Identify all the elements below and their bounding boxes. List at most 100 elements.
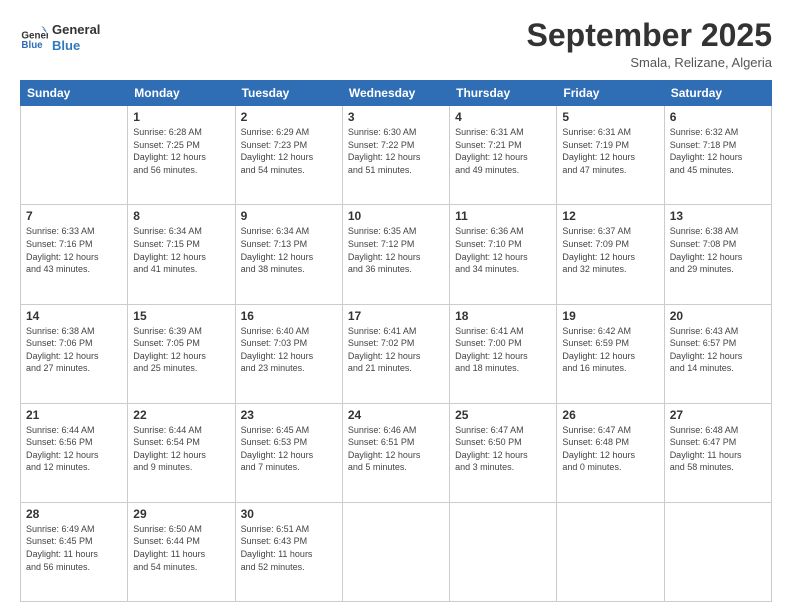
calendar-cell: 28 Sunrise: 6:49 AM Sunset: 6:45 PM Dayli… (21, 502, 128, 601)
day-info: Sunrise: 6:47 AM Sunset: 6:48 PM Dayligh… (562, 424, 658, 474)
day-info: Sunrise: 6:34 AM Sunset: 7:15 PM Dayligh… (133, 225, 229, 275)
day-number: 30 (241, 507, 337, 521)
calendar-cell: 20 Sunrise: 6:43 AM Sunset: 6:57 PM Dayli… (664, 304, 771, 403)
day-number: 29 (133, 507, 229, 521)
day-number: 24 (348, 408, 444, 422)
day-info: Sunrise: 6:44 AM Sunset: 6:54 PM Dayligh… (133, 424, 229, 474)
calendar-cell: 19 Sunrise: 6:42 AM Sunset: 6:59 PM Dayli… (557, 304, 664, 403)
day-number: 25 (455, 408, 551, 422)
calendar-week-4: 28 Sunrise: 6:49 AM Sunset: 6:45 PM Dayli… (21, 502, 772, 601)
day-info: Sunrise: 6:48 AM Sunset: 6:47 PM Dayligh… (670, 424, 766, 474)
day-number: 23 (241, 408, 337, 422)
calendar-week-3: 21 Sunrise: 6:44 AM Sunset: 6:56 PM Dayli… (21, 403, 772, 502)
calendar-cell: 22Sunrise: 6:44 AM Sunset: 6:54 PM Dayli… (128, 403, 235, 502)
day-header-saturday: Saturday (664, 81, 771, 106)
day-number: 20 (670, 309, 766, 323)
day-number: 12 (562, 209, 658, 223)
day-number: 6 (670, 110, 766, 124)
day-info: Sunrise: 6:36 AM Sunset: 7:10 PM Dayligh… (455, 225, 551, 275)
day-info: Sunrise: 6:37 AM Sunset: 7:09 PM Dayligh… (562, 225, 658, 275)
calendar-cell (342, 502, 449, 601)
day-number: 3 (348, 110, 444, 124)
title-area: September 2025 Smala, Relizane, Algeria (527, 18, 772, 70)
day-info: Sunrise: 6:44 AM Sunset: 6:56 PM Dayligh… (26, 424, 122, 474)
day-number: 11 (455, 209, 551, 223)
day-info: Sunrise: 6:51 AM Sunset: 6:43 PM Dayligh… (241, 523, 337, 573)
calendar-cell: 18Sunrise: 6:41 AM Sunset: 7:00 PM Dayli… (450, 304, 557, 403)
svg-text:General: General (52, 22, 100, 37)
calendar-cell: 24 Sunrise: 6:46 AM Sunset: 6:51 PM Dayli… (342, 403, 449, 502)
calendar-cell: 4 Sunrise: 6:31 AM Sunset: 7:21 PM Daylig… (450, 106, 557, 205)
svg-text:Blue: Blue (52, 38, 80, 53)
day-info: Sunrise: 6:38 AM Sunset: 7:06 PM Dayligh… (26, 325, 122, 375)
calendar-cell (557, 502, 664, 601)
day-number: 4 (455, 110, 551, 124)
day-number: 1 (133, 110, 229, 124)
calendar-week-0: 1 Sunrise: 6:28 AM Sunset: 7:25 PM Daylig… (21, 106, 772, 205)
day-info: Sunrise: 6:38 AM Sunset: 7:08 PM Dayligh… (670, 225, 766, 275)
calendar-week-2: 14 Sunrise: 6:38 AM Sunset: 7:06 PM Dayli… (21, 304, 772, 403)
day-info: Sunrise: 6:40 AM Sunset: 7:03 PM Dayligh… (241, 325, 337, 375)
day-number: 9 (241, 209, 337, 223)
day-header-tuesday: Tuesday (235, 81, 342, 106)
day-number: 15 (133, 309, 229, 323)
calendar-cell: 7Sunrise: 6:33 AM Sunset: 7:16 PM Daylig… (21, 205, 128, 304)
calendar-cell: 29 Sunrise: 6:50 AM Sunset: 6:44 PM Dayli… (128, 502, 235, 601)
day-number: 21 (26, 408, 122, 422)
month-title: September 2025 (527, 18, 772, 53)
calendar-cell: 5Sunrise: 6:31 AM Sunset: 7:19 PM Daylig… (557, 106, 664, 205)
calendar-cell: 2Sunrise: 6:29 AM Sunset: 7:23 PM Daylig… (235, 106, 342, 205)
calendar-header-row: SundayMondayTuesdayWednesdayThursdayFrid… (21, 81, 772, 106)
calendar-cell: 8 Sunrise: 6:34 AM Sunset: 7:15 PM Daylig… (128, 205, 235, 304)
day-number: 8 (133, 209, 229, 223)
location-subtitle: Smala, Relizane, Algeria (527, 55, 772, 70)
day-header-thursday: Thursday (450, 81, 557, 106)
calendar-cell: 3 Sunrise: 6:30 AM Sunset: 7:22 PM Daylig… (342, 106, 449, 205)
calendar-cell: 25 Sunrise: 6:47 AM Sunset: 6:50 PM Dayli… (450, 403, 557, 502)
day-number: 28 (26, 507, 122, 521)
day-number: 17 (348, 309, 444, 323)
day-info: Sunrise: 6:47 AM Sunset: 6:50 PM Dayligh… (455, 424, 551, 474)
day-info: Sunrise: 6:33 AM Sunset: 7:16 PM Dayligh… (26, 225, 122, 275)
day-number: 10 (348, 209, 444, 223)
day-info: Sunrise: 6:39 AM Sunset: 7:05 PM Dayligh… (133, 325, 229, 375)
day-info: Sunrise: 6:49 AM Sunset: 6:45 PM Dayligh… (26, 523, 122, 573)
calendar-cell: 15 Sunrise: 6:39 AM Sunset: 7:05 PM Dayli… (128, 304, 235, 403)
calendar-cell: 23 Sunrise: 6:45 AM Sunset: 6:53 PM Dayli… (235, 403, 342, 502)
day-info: Sunrise: 6:32 AM Sunset: 7:18 PM Dayligh… (670, 126, 766, 176)
day-info: Sunrise: 6:45 AM Sunset: 6:53 PM Dayligh… (241, 424, 337, 474)
day-info: Sunrise: 6:31 AM Sunset: 7:19 PM Dayligh… (562, 126, 658, 176)
day-info: Sunrise: 6:46 AM Sunset: 6:51 PM Dayligh… (348, 424, 444, 474)
day-number: 26 (562, 408, 658, 422)
day-header-monday: Monday (128, 81, 235, 106)
day-info: Sunrise: 6:50 AM Sunset: 6:44 PM Dayligh… (133, 523, 229, 573)
day-info: Sunrise: 6:42 AM Sunset: 6:59 PM Dayligh… (562, 325, 658, 375)
day-header-friday: Friday (557, 81, 664, 106)
day-number: 27 (670, 408, 766, 422)
day-info: Sunrise: 6:34 AM Sunset: 7:13 PM Dayligh… (241, 225, 337, 275)
day-header-sunday: Sunday (21, 81, 128, 106)
calendar-week-1: 7Sunrise: 6:33 AM Sunset: 7:16 PM Daylig… (21, 205, 772, 304)
page-header: General Blue General Blue September 2025… (20, 18, 772, 70)
day-info: Sunrise: 6:28 AM Sunset: 7:25 PM Dayligh… (133, 126, 229, 176)
day-info: Sunrise: 6:30 AM Sunset: 7:22 PM Dayligh… (348, 126, 444, 176)
day-number: 14 (26, 309, 122, 323)
day-info: Sunrise: 6:43 AM Sunset: 6:57 PM Dayligh… (670, 325, 766, 375)
general-blue-logo: General Blue (52, 18, 132, 56)
svg-text:Blue: Blue (21, 40, 43, 51)
calendar-table: SundayMondayTuesdayWednesdayThursdayFrid… (20, 80, 772, 602)
day-number: 19 (562, 309, 658, 323)
calendar-cell: 11 Sunrise: 6:36 AM Sunset: 7:10 PM Dayli… (450, 205, 557, 304)
calendar-cell: 27 Sunrise: 6:48 AM Sunset: 6:47 PM Dayli… (664, 403, 771, 502)
calendar-cell (21, 106, 128, 205)
day-number: 18 (455, 309, 551, 323)
day-number: 13 (670, 209, 766, 223)
day-info: Sunrise: 6:31 AM Sunset: 7:21 PM Dayligh… (455, 126, 551, 176)
calendar-cell: 10Sunrise: 6:35 AM Sunset: 7:12 PM Dayli… (342, 205, 449, 304)
day-info: Sunrise: 6:29 AM Sunset: 7:23 PM Dayligh… (241, 126, 337, 176)
calendar-cell (450, 502, 557, 601)
calendar-cell: 9 Sunrise: 6:34 AM Sunset: 7:13 PM Daylig… (235, 205, 342, 304)
day-info: Sunrise: 6:41 AM Sunset: 7:02 PM Dayligh… (348, 325, 444, 375)
calendar-cell: 1 Sunrise: 6:28 AM Sunset: 7:25 PM Daylig… (128, 106, 235, 205)
calendar-cell: 26 Sunrise: 6:47 AM Sunset: 6:48 PM Dayli… (557, 403, 664, 502)
